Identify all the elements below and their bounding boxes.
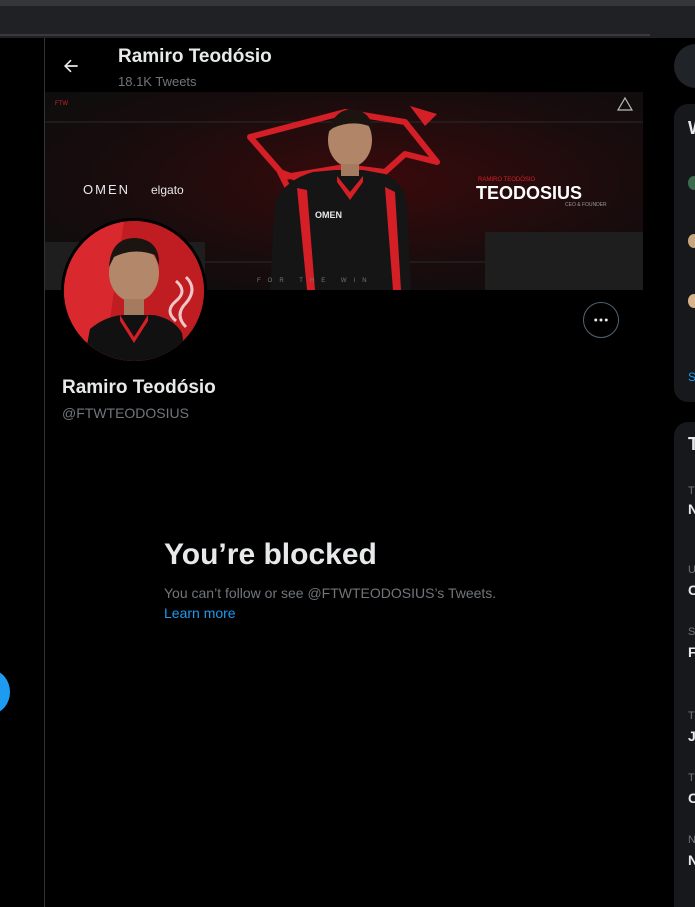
profile-name: Ramiro Teodósio: [62, 377, 216, 398]
avatar[interactable]: [688, 176, 695, 190]
banner-sponsor-elgato: elgato: [151, 183, 184, 197]
banner-role: CEO & FOUNDER: [565, 202, 607, 208]
compose-tweet-button[interactable]: [0, 670, 10, 714]
trend-name[interactable]: C: [688, 582, 695, 598]
search-input[interactable]: [674, 44, 695, 88]
blocked-heading: You’re blocked: [164, 538, 377, 571]
profile-column: Ramiro Teodósio 18.1K Tweets OMEN elgato…: [44, 38, 645, 907]
avatar-image: [64, 221, 204, 361]
trends-card: T T N U C S F T J T C N N: [674, 422, 695, 907]
tweet-count: 18.1K Tweets: [118, 74, 197, 89]
avatar[interactable]: [688, 234, 695, 248]
trend-name[interactable]: C: [688, 790, 695, 806]
learn-more-link[interactable]: Learn more: [164, 605, 236, 621]
trend-name[interactable]: N: [688, 852, 695, 868]
page-title: Ramiro Teodósio: [118, 46, 272, 67]
browser-toolbar: [0, 0, 695, 39]
trends-heading: T: [688, 434, 695, 454]
trend-meta: S: [688, 626, 695, 638]
trend-meta: N: [688, 834, 695, 846]
more-horizontal-icon: [594, 318, 608, 322]
profile-header: Ramiro Teodósio 18.1K Tweets: [45, 38, 644, 92]
browser-address-bar[interactable]: [0, 8, 650, 36]
blocked-message: You can’t follow or see @FTWTEODOSIUS’s …: [164, 585, 497, 601]
banner-small-title: RAMIRO TEODÓSIO: [478, 176, 536, 183]
profile-avatar[interactable]: [61, 218, 207, 364]
right-sidebar: W S T T N U C S F T J T C N N: [643, 38, 695, 907]
banner-big-title: TEODOSIUS: [476, 183, 582, 203]
profile-handle: @FTWTEODOSIUS: [62, 405, 189, 421]
banner-shirt-text: OMEN: [315, 210, 342, 220]
trend-name[interactable]: N: [688, 501, 695, 517]
show-more-link[interactable]: S: [688, 370, 695, 384]
trend-meta: T: [688, 772, 695, 784]
trend-name[interactable]: F: [688, 644, 695, 660]
who-to-follow-heading: W: [688, 118, 695, 139]
trend-name[interactable]: J: [688, 728, 695, 744]
back-button[interactable]: [57, 52, 85, 80]
banner-tagline: FOR THE WIN: [257, 278, 374, 284]
trend-meta: T: [688, 710, 695, 722]
banner-ftw-tag: FTW: [55, 101, 68, 107]
trend-meta: U: [688, 564, 695, 576]
more-options-button[interactable]: [583, 302, 619, 338]
arrow-left-icon: [64, 59, 78, 73]
browser-tab-strip: [0, 0, 695, 6]
left-nav-rail: [0, 38, 44, 907]
banner-sponsor-omen: OMEN: [83, 182, 130, 197]
avatar[interactable]: [688, 294, 695, 308]
who-to-follow-card: W S: [674, 104, 695, 402]
trend-meta: T: [688, 485, 695, 497]
